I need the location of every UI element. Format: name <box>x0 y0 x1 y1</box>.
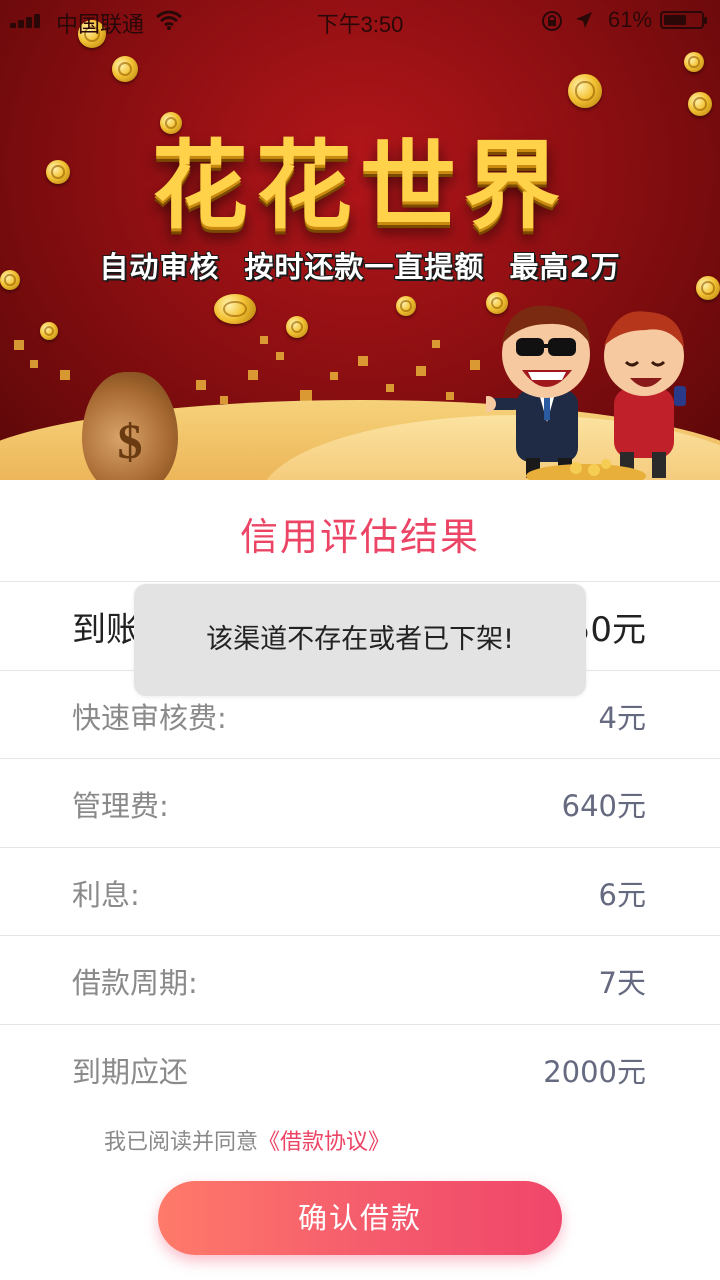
pixel-decoration <box>196 380 206 390</box>
pixel-decoration <box>220 396 228 404</box>
detail-row-value: 4元 <box>598 701 646 735</box>
pixel-decoration <box>60 370 70 380</box>
error-toast: 该渠道不存在或者已下架! <box>134 584 586 696</box>
pixel-decoration <box>14 340 24 350</box>
detail-row-label: 管理费: <box>72 789 169 823</box>
pixel-decoration <box>416 366 426 376</box>
pixel-decoration <box>260 336 268 344</box>
pixel-decoration <box>470 360 480 370</box>
battery-percentage: 61% <box>608 7 653 32</box>
detail-row: 借款周期: 7天 <box>0 935 720 1023</box>
banner-subtitle: 自动审核 按时还款一直提额 最高2万 <box>99 250 621 284</box>
detail-row-label: 到期应还 <box>72 1055 189 1089</box>
detail-row-label: 借款周期: <box>72 966 198 1000</box>
dollar-sign-icon: $ <box>117 413 143 469</box>
battery-fill <box>664 15 686 25</box>
detail-row-label: 快速审核费: <box>72 701 227 735</box>
pixel-decoration <box>358 356 368 366</box>
pixel-decoration <box>30 360 38 368</box>
coin-decoration <box>396 296 416 316</box>
confirm-loan-button[interactable]: 确认借款 <box>158 1181 562 1255</box>
coin-decoration <box>40 322 58 340</box>
pixel-decoration <box>432 340 440 348</box>
detail-row-label: 利息: <box>72 878 140 912</box>
coin-decoration <box>568 74 602 108</box>
status-bar: 中国联通 下午3:50 61% <box>0 0 720 40</box>
detail-row-value: 2000元 <box>543 1055 646 1089</box>
coin-decoration <box>112 56 138 82</box>
location-arrow-icon <box>576 12 592 28</box>
detail-row: 到期应还 2000元 <box>0 1024 720 1112</box>
coin-decoration <box>684 52 704 72</box>
result-title: 信用评估结果 <box>239 515 480 559</box>
pixel-decoration <box>386 384 394 392</box>
pixel-decoration <box>276 352 284 360</box>
detail-row: 管理费: 640元 <box>0 758 720 846</box>
detail-row-value: 7天 <box>598 966 646 1000</box>
pixel-decoration <box>446 392 454 400</box>
pixel-decoration <box>248 370 258 380</box>
detail-row-value: 640元 <box>561 789 646 823</box>
coin-decoration <box>286 316 308 338</box>
rotation-lock-icon <box>542 11 562 31</box>
agreement-prefix: 我已阅读并同意 <box>104 1130 259 1155</box>
money-bag-icon: $ <box>82 372 178 480</box>
promo-banner: $ 花花世界 自动审核 按时还款一直提额 最高2万 中国联通 下午3:50 61… <box>0 0 720 480</box>
battery-icon <box>660 11 707 29</box>
banner-title: 花花世界 <box>152 130 568 242</box>
loan-agreement-link[interactable]: 《借款协议》 <box>258 1130 390 1155</box>
detail-row-value: 6元 <box>598 878 646 912</box>
detail-row: 利息: 6元 <box>0 847 720 935</box>
coin-decoration <box>214 294 256 324</box>
cartoon-characters-illustration <box>486 305 686 480</box>
agreement-line: 我已阅读并同意《借款协议》 <box>104 1124 390 1156</box>
pixel-decoration <box>330 372 338 380</box>
